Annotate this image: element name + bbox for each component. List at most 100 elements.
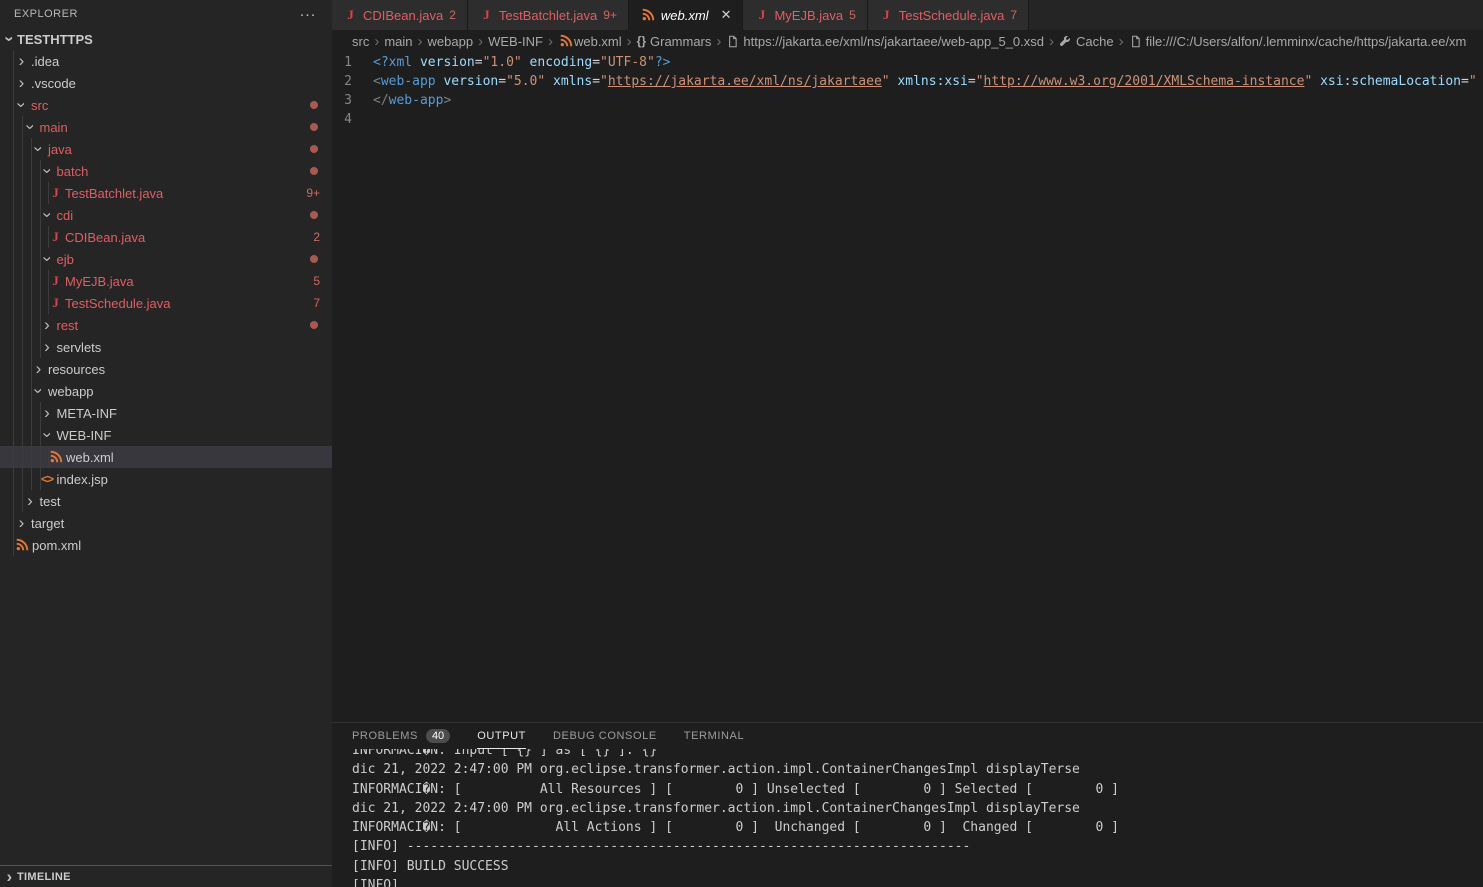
- code-line-3: 3</web-app>: [332, 91, 1483, 110]
- code-token: "UTF-8": [600, 55, 655, 70]
- tree-item-batch[interactable]: ›batch: [0, 160, 332, 182]
- tree-item-vscode[interactable]: ›.vscode: [0, 72, 332, 94]
- tree-item-web-inf[interactable]: ›WEB-INF: [0, 424, 332, 446]
- tree-item-cdi[interactable]: ›cdi: [0, 204, 332, 226]
- code-line-2: 2<web-app version="5.0" xmlns="https://j…: [332, 72, 1483, 91]
- problems-dot-badge: [310, 167, 318, 175]
- tree-item-label: webapp: [48, 384, 94, 399]
- tree-item-label: cdi: [57, 208, 74, 223]
- problems-dot-badge: [310, 321, 318, 329]
- code-token: ": [882, 74, 890, 89]
- project-section-header[interactable]: › TESTHTTPS: [0, 28, 332, 50]
- code-token: =: [498, 74, 506, 89]
- code-editor[interactable]: 1<?xml version="1.0" encoding="UTF-8"?>2…: [332, 52, 1483, 129]
- code-token: =: [1461, 74, 1469, 89]
- tab-cdibean-java[interactable]: JCDIBean.java2: [332, 0, 468, 30]
- tree-item-pom-xml[interactable]: pom.xml: [0, 534, 332, 556]
- tree-item-idea[interactable]: ›.idea: [0, 50, 332, 72]
- tree-item-cdibean-java[interactable]: JCDIBean.java2: [0, 226, 332, 248]
- wrench-icon: [1059, 35, 1072, 48]
- explorer-title: EXPLORER: [14, 8, 78, 20]
- chevron-right-icon: ›: [14, 516, 29, 530]
- tree-item-testbatchlet-java[interactable]: JTestBatchlet.java9+: [0, 182, 332, 204]
- tree-item-myejb-java[interactable]: JMyEJB.java5: [0, 270, 332, 292]
- tree-item-java[interactable]: ›java: [0, 138, 332, 160]
- java-file-icon: J: [879, 7, 894, 23]
- panel-tab-output[interactable]: OUTPUT: [477, 723, 526, 749]
- breadcrumb-item-web-inf[interactable]: WEB-INF: [488, 34, 543, 49]
- panel-tab-debug-console[interactable]: DEBUG CONSOLE: [553, 723, 657, 749]
- tree-item-target[interactable]: ›target: [0, 512, 332, 534]
- panel-tab-bar: PROBLEMS40 OUTPUT DEBUG CONSOLE TERMINAL: [332, 723, 1483, 749]
- code-token: xmlns: [545, 74, 592, 89]
- tree-item-label: WEB-INF: [57, 428, 112, 443]
- close-icon[interactable]: ✕: [721, 7, 732, 23]
- tab-label: TestBatchlet.java: [499, 8, 597, 23]
- output-content[interactable]: INFORMACI�N: Input [ {} ] as [ {} ]: {} …: [332, 749, 1483, 887]
- chevron-down-icon: ›: [40, 428, 54, 443]
- chevron-down-icon: ›: [3, 32, 17, 47]
- tree-item-resources[interactable]: ›resources: [0, 358, 332, 380]
- breadcrumb: src›main›webapp›WEB-INF›web.xml›{}Gramma…: [332, 30, 1483, 52]
- panel-tab-problems[interactable]: PROBLEMS40: [352, 723, 450, 749]
- tree-item-web-xml[interactable]: web.xml: [0, 446, 332, 468]
- tree-item-label: java: [48, 142, 72, 157]
- tree-item-src[interactable]: ›src: [0, 94, 332, 116]
- tree-item-main[interactable]: ›main: [0, 116, 332, 138]
- chevron-down-icon: ›: [23, 120, 37, 135]
- java-file-icon: J: [48, 185, 63, 201]
- indent-guide: [13, 50, 14, 556]
- breadcrumb-item-web-xml[interactable]: web.xml: [558, 34, 622, 49]
- sidebar-header: EXPLORER ···: [0, 0, 332, 28]
- breadcrumb-item-https-jakarta-ee-xml-ns-jakart[interactable]: https://jakarta.ee/xml/ns/jakartaee/web-…: [726, 34, 1044, 49]
- tree-item-webapp[interactable]: ›webapp: [0, 380, 332, 402]
- breadcrumb-item-file-c-users-alfon-lemminx-cac[interactable]: file:///C:/Users/alfon/.lemminx/cache/ht…: [1129, 34, 1467, 49]
- tree-item-rest[interactable]: ›rest: [0, 314, 332, 336]
- tree-item-testschedule-java[interactable]: JTestSchedule.java7: [0, 292, 332, 314]
- panel-tab-terminal[interactable]: TERMINAL: [684, 723, 744, 749]
- breadcrumb-separator: ›: [548, 34, 553, 49]
- tab-testschedule-java[interactable]: JTestSchedule.java7: [868, 0, 1029, 30]
- line-number: 2: [332, 72, 373, 91]
- code-token: =: [592, 55, 600, 70]
- breadcrumb-item-cache[interactable]: Cache: [1059, 34, 1114, 49]
- document-link[interactable]: http://www.w3.org/2001/XMLSchema-instanc…: [984, 74, 1305, 89]
- document-link[interactable]: https://jakarta.ee/xml/ns/jakartaee: [608, 74, 882, 89]
- vscode-window: EXPLORER ··· › TESTHTTPS ›.idea›.vscode›…: [0, 0, 1483, 887]
- breadcrumb-item-grammars[interactable]: {}Grammars: [637, 34, 712, 49]
- tree-item-servlets[interactable]: ›servlets: [0, 336, 332, 358]
- file-icon: [1129, 35, 1142, 48]
- tree-item-ejb[interactable]: ›ejb: [0, 248, 332, 270]
- chevron-right-icon: ›: [40, 318, 55, 332]
- problems-dot-badge: [310, 255, 318, 263]
- tab-web-xml[interactable]: web.xml✕: [629, 0, 744, 30]
- tree-item-test[interactable]: ›test: [0, 490, 332, 512]
- tab-myejb-java[interactable]: JMyEJB.java5: [743, 0, 867, 30]
- tree-item-label: target: [31, 516, 64, 531]
- tab-testbatchlet-java[interactable]: JTestBatchlet.java9+: [468, 0, 629, 30]
- code-token: =: [968, 74, 976, 89]
- java-file-icon: J: [48, 229, 63, 245]
- indent-guide: [22, 116, 23, 512]
- timeline-section-header[interactable]: › TIMELINE: [0, 865, 332, 887]
- problems-count-badge: 40: [426, 729, 450, 743]
- tree-item-meta-inf[interactable]: ›META-INF: [0, 402, 332, 424]
- project-section-label: TESTHTTPS: [17, 32, 93, 47]
- problems-count-badge: 7: [313, 296, 320, 310]
- tree-item-label: batch: [57, 164, 89, 179]
- file-icon: [726, 35, 739, 48]
- breadcrumb-item-src[interactable]: src: [352, 34, 369, 49]
- timeline-label: TIMELINE: [17, 871, 71, 883]
- breadcrumb-separator: ›: [1119, 34, 1124, 49]
- breadcrumb-separator: ›: [627, 34, 632, 49]
- breadcrumb-item-main[interactable]: main: [384, 34, 412, 49]
- problems-count-badge: 2: [313, 230, 320, 244]
- xml-file-icon: [640, 8, 656, 22]
- code-token: ?>: [655, 55, 671, 70]
- breadcrumb-item-webapp[interactable]: webapp: [428, 34, 474, 49]
- tab-problems-badge: 9+: [603, 8, 617, 22]
- tree-item-index-jsp[interactable]: <>index.jsp: [0, 468, 332, 490]
- xml-file-icon: [558, 34, 574, 48]
- chevron-right-icon: ›: [14, 54, 29, 68]
- more-actions-button[interactable]: ···: [300, 7, 317, 22]
